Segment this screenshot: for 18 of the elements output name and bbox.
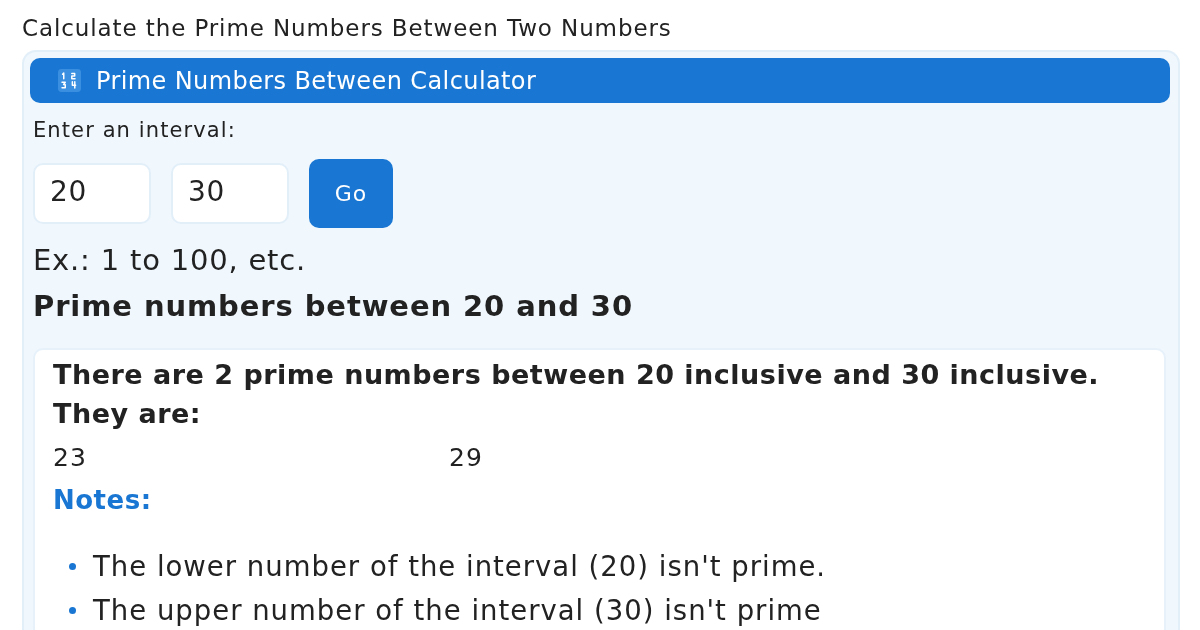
go-button[interactable]: Go [309,159,393,228]
prime-number: 23 [53,442,87,474]
bullet-dot-icon [69,562,76,570]
interval-prompt: Enter an interval: [33,117,237,144]
number-input[interactable]: 20 [33,163,151,224]
bullet-dot-icon [69,606,76,614]
number-input[interactable]: 30 [171,163,289,224]
calculator-title: Prime Numbers Between Calculator [96,66,537,95]
number-tile-icon [58,69,81,92]
note-text: The upper number of the interval (30) isn't prime [93,593,822,628]
result-summary: There are 2 prime numbers between 20 inclusive and 30 inclusive. [53,358,1101,392]
prime-number: 29 [449,442,483,474]
page-title: Calculate the Prime Numbers Between Two Numbers [22,14,673,42]
result-heading: Prime numbers between 20 and 30 [33,288,634,325]
primes-label: They are: [53,397,203,431]
notes-title: Notes: [53,484,153,516]
note-text: The lower number of the interval (20) isn't prime. [93,549,827,584]
example-text: Ex.: 1 to 100, etc. [33,242,308,278]
